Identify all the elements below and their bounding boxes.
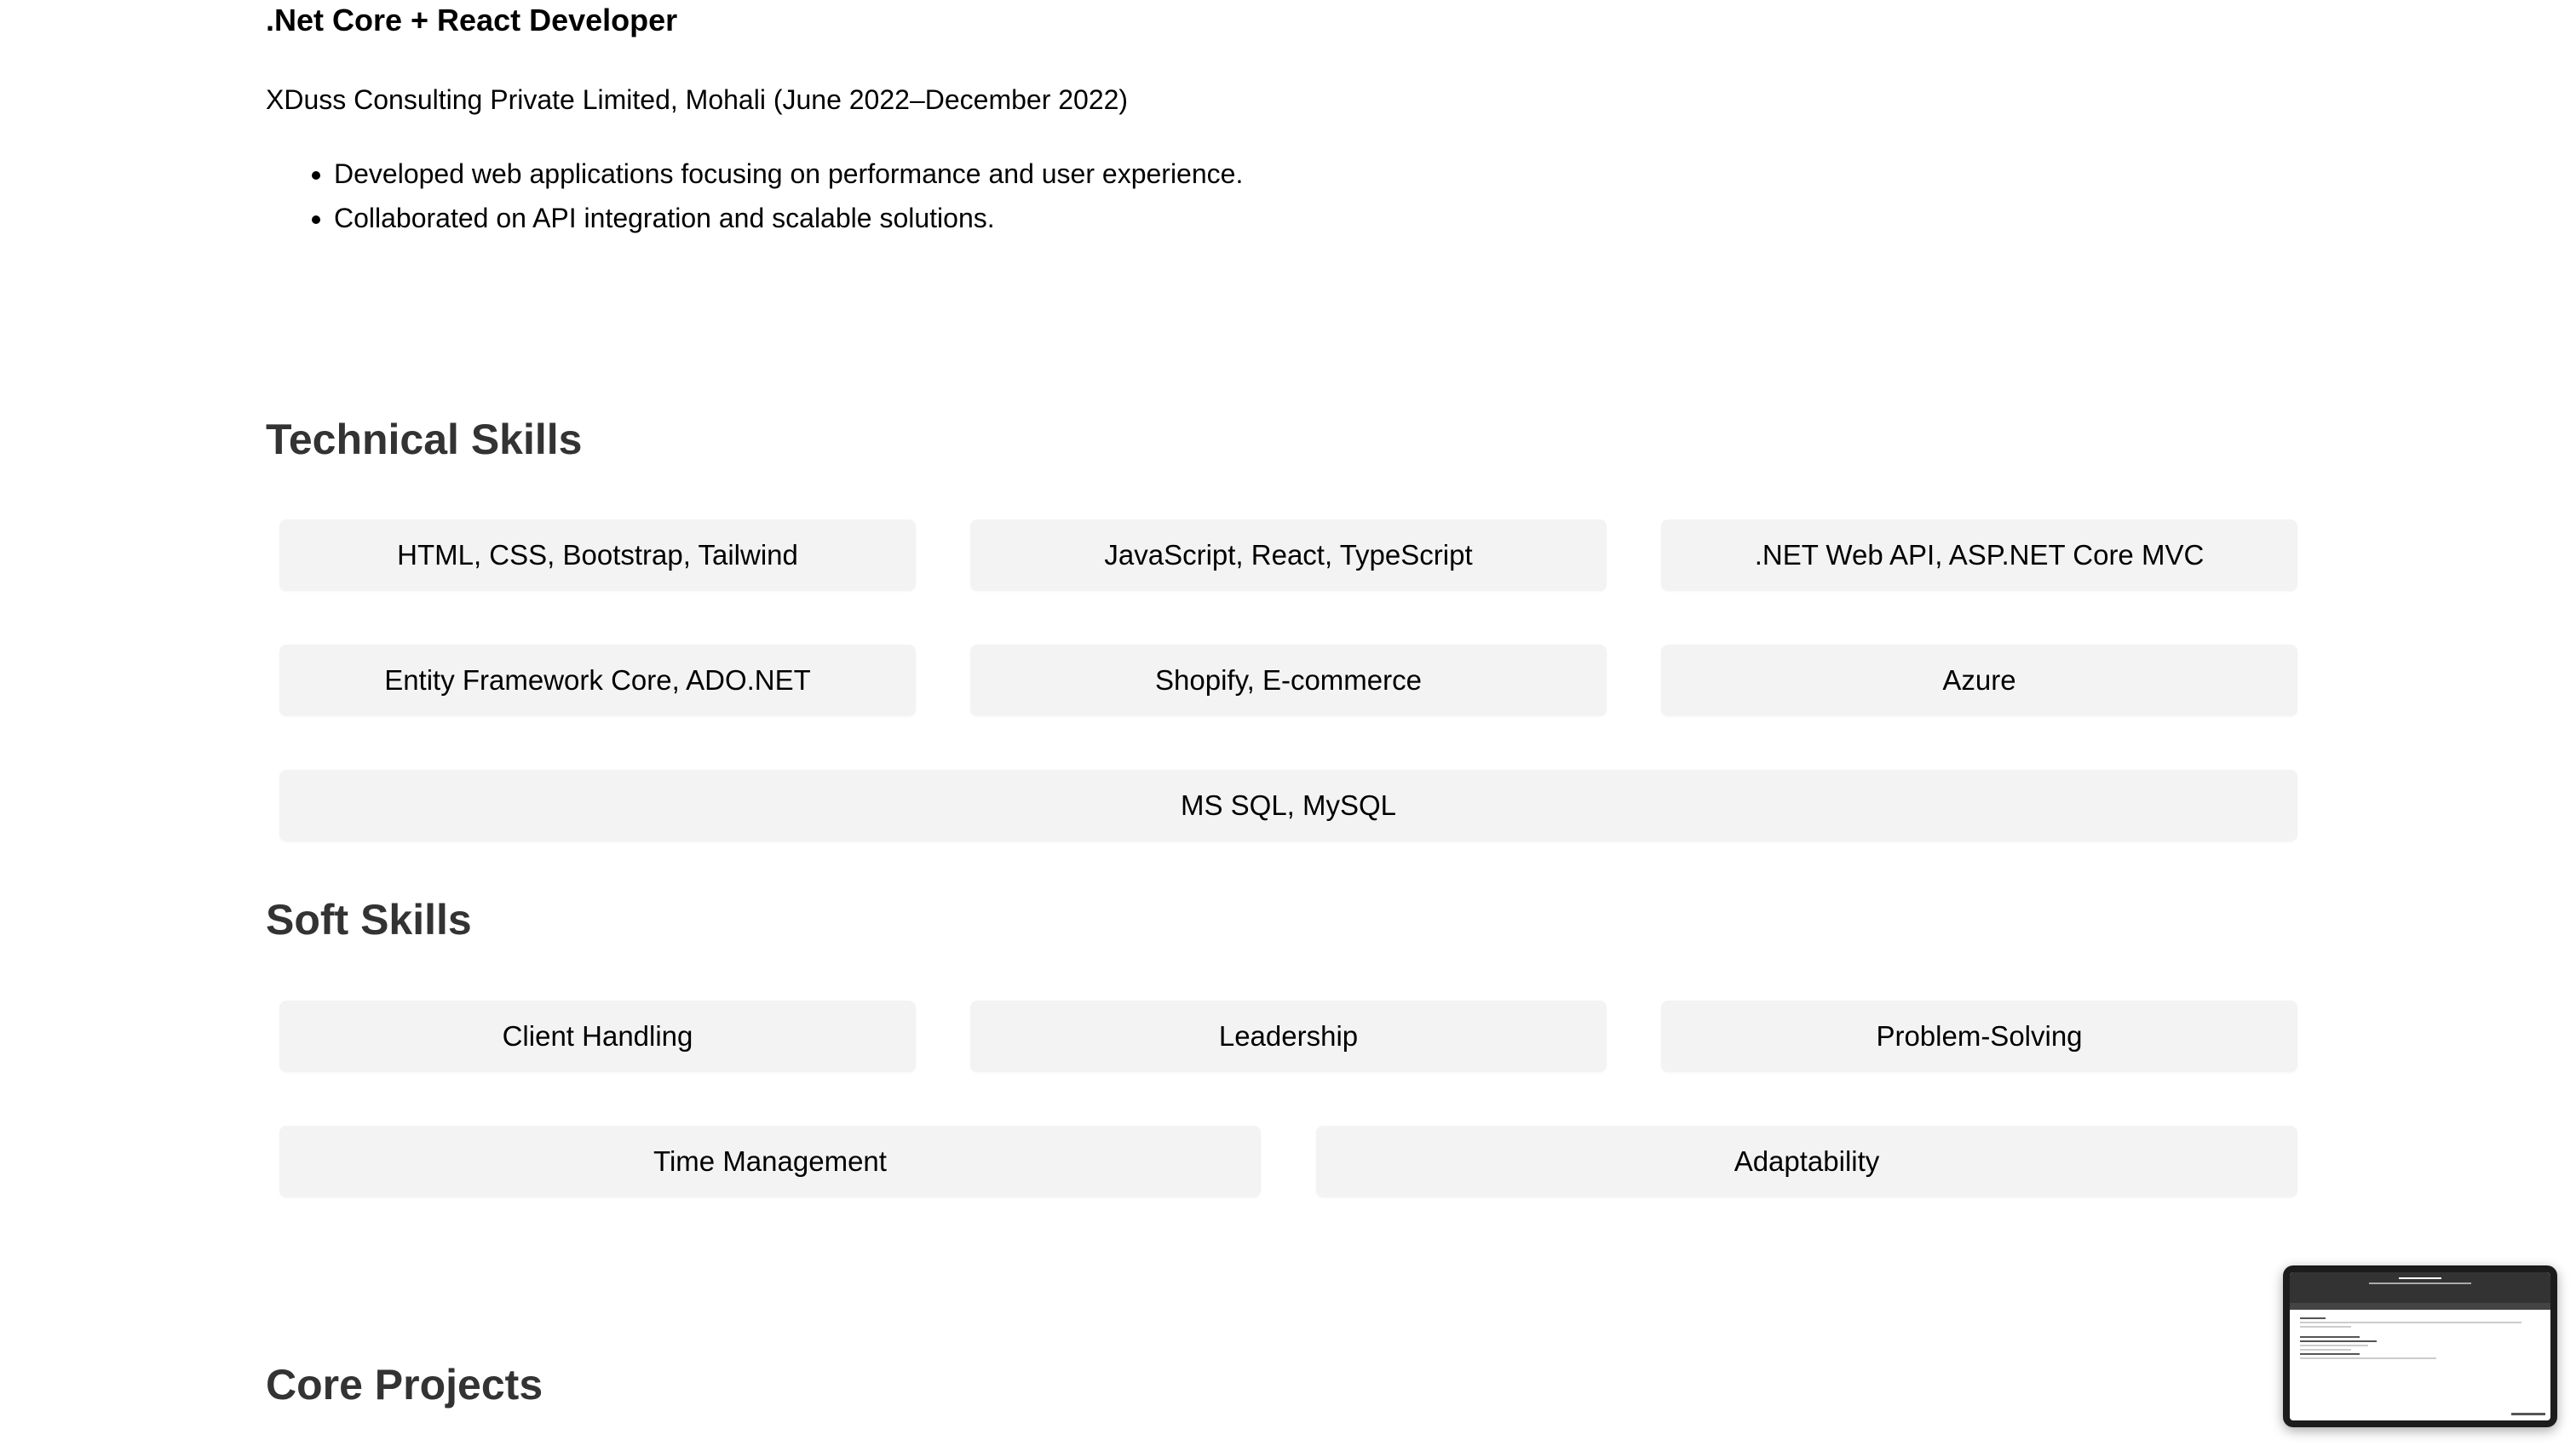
skill-tag: HTML, CSS, Bootstrap, Tailwind xyxy=(279,519,916,591)
list-item: Developed web applications focusing on p… xyxy=(334,152,1243,196)
thumbnail-nav xyxy=(2290,1303,2550,1310)
thumbnail-line xyxy=(2300,1340,2377,1342)
thumbnail-line xyxy=(2300,1357,2436,1359)
list-item: Collaborated on API integration and scal… xyxy=(334,196,1243,240)
thumbnail-title-line xyxy=(2399,1277,2441,1279)
thumbnail-line xyxy=(2300,1353,2360,1355)
skill-tag: Shopify, E-commerce xyxy=(970,645,1607,716)
thumbnail-subtitle-line xyxy=(2369,1282,2471,1284)
job-title: .Net Core + React Developer xyxy=(266,3,678,37)
skill-tag: JavaScript, React, TypeScript xyxy=(970,519,1607,591)
thumbnail-line xyxy=(2300,1322,2521,1323)
skill-tag: Leadership xyxy=(970,1001,1607,1072)
company-and-dates: XDuss Consulting Private Limited, Mohali… xyxy=(266,84,1129,115)
thumbnail-line xyxy=(2300,1317,2326,1319)
technical-skills-heading: Technical Skills xyxy=(266,416,583,463)
thumbnail-line xyxy=(2300,1349,2351,1351)
skill-tag: Adaptability xyxy=(1316,1126,2297,1197)
thumbnail-body xyxy=(2290,1310,2550,1367)
soft-skills-heading: Soft Skills xyxy=(266,896,472,944)
skill-tag: Client Handling xyxy=(279,1001,916,1072)
experience-bullets: Developed web applications focusing on p… xyxy=(266,152,1243,240)
thumbnail-line xyxy=(2300,1345,2368,1346)
thumbnail-scrollbar xyxy=(2511,1413,2545,1415)
skill-tag: Time Management xyxy=(279,1126,1261,1197)
skill-tag: Azure xyxy=(1661,645,2297,716)
thumbnail-header xyxy=(2290,1272,2550,1303)
thumbnail-page xyxy=(2290,1272,2550,1420)
page-preview-thumbnail[interactable] xyxy=(2283,1265,2557,1427)
thumbnail-line xyxy=(2300,1336,2360,1338)
skill-tag: .NET Web API, ASP.NET Core MVC xyxy=(1661,519,2297,591)
thumbnail-line xyxy=(2300,1326,2351,1328)
skill-tag: MS SQL, MySQL xyxy=(279,770,2297,841)
core-projects-heading: Core Projects xyxy=(266,1361,543,1409)
skill-tag: Problem-Solving xyxy=(1661,1001,2297,1072)
skill-tag: Entity Framework Core, ADO.NET xyxy=(279,645,916,716)
